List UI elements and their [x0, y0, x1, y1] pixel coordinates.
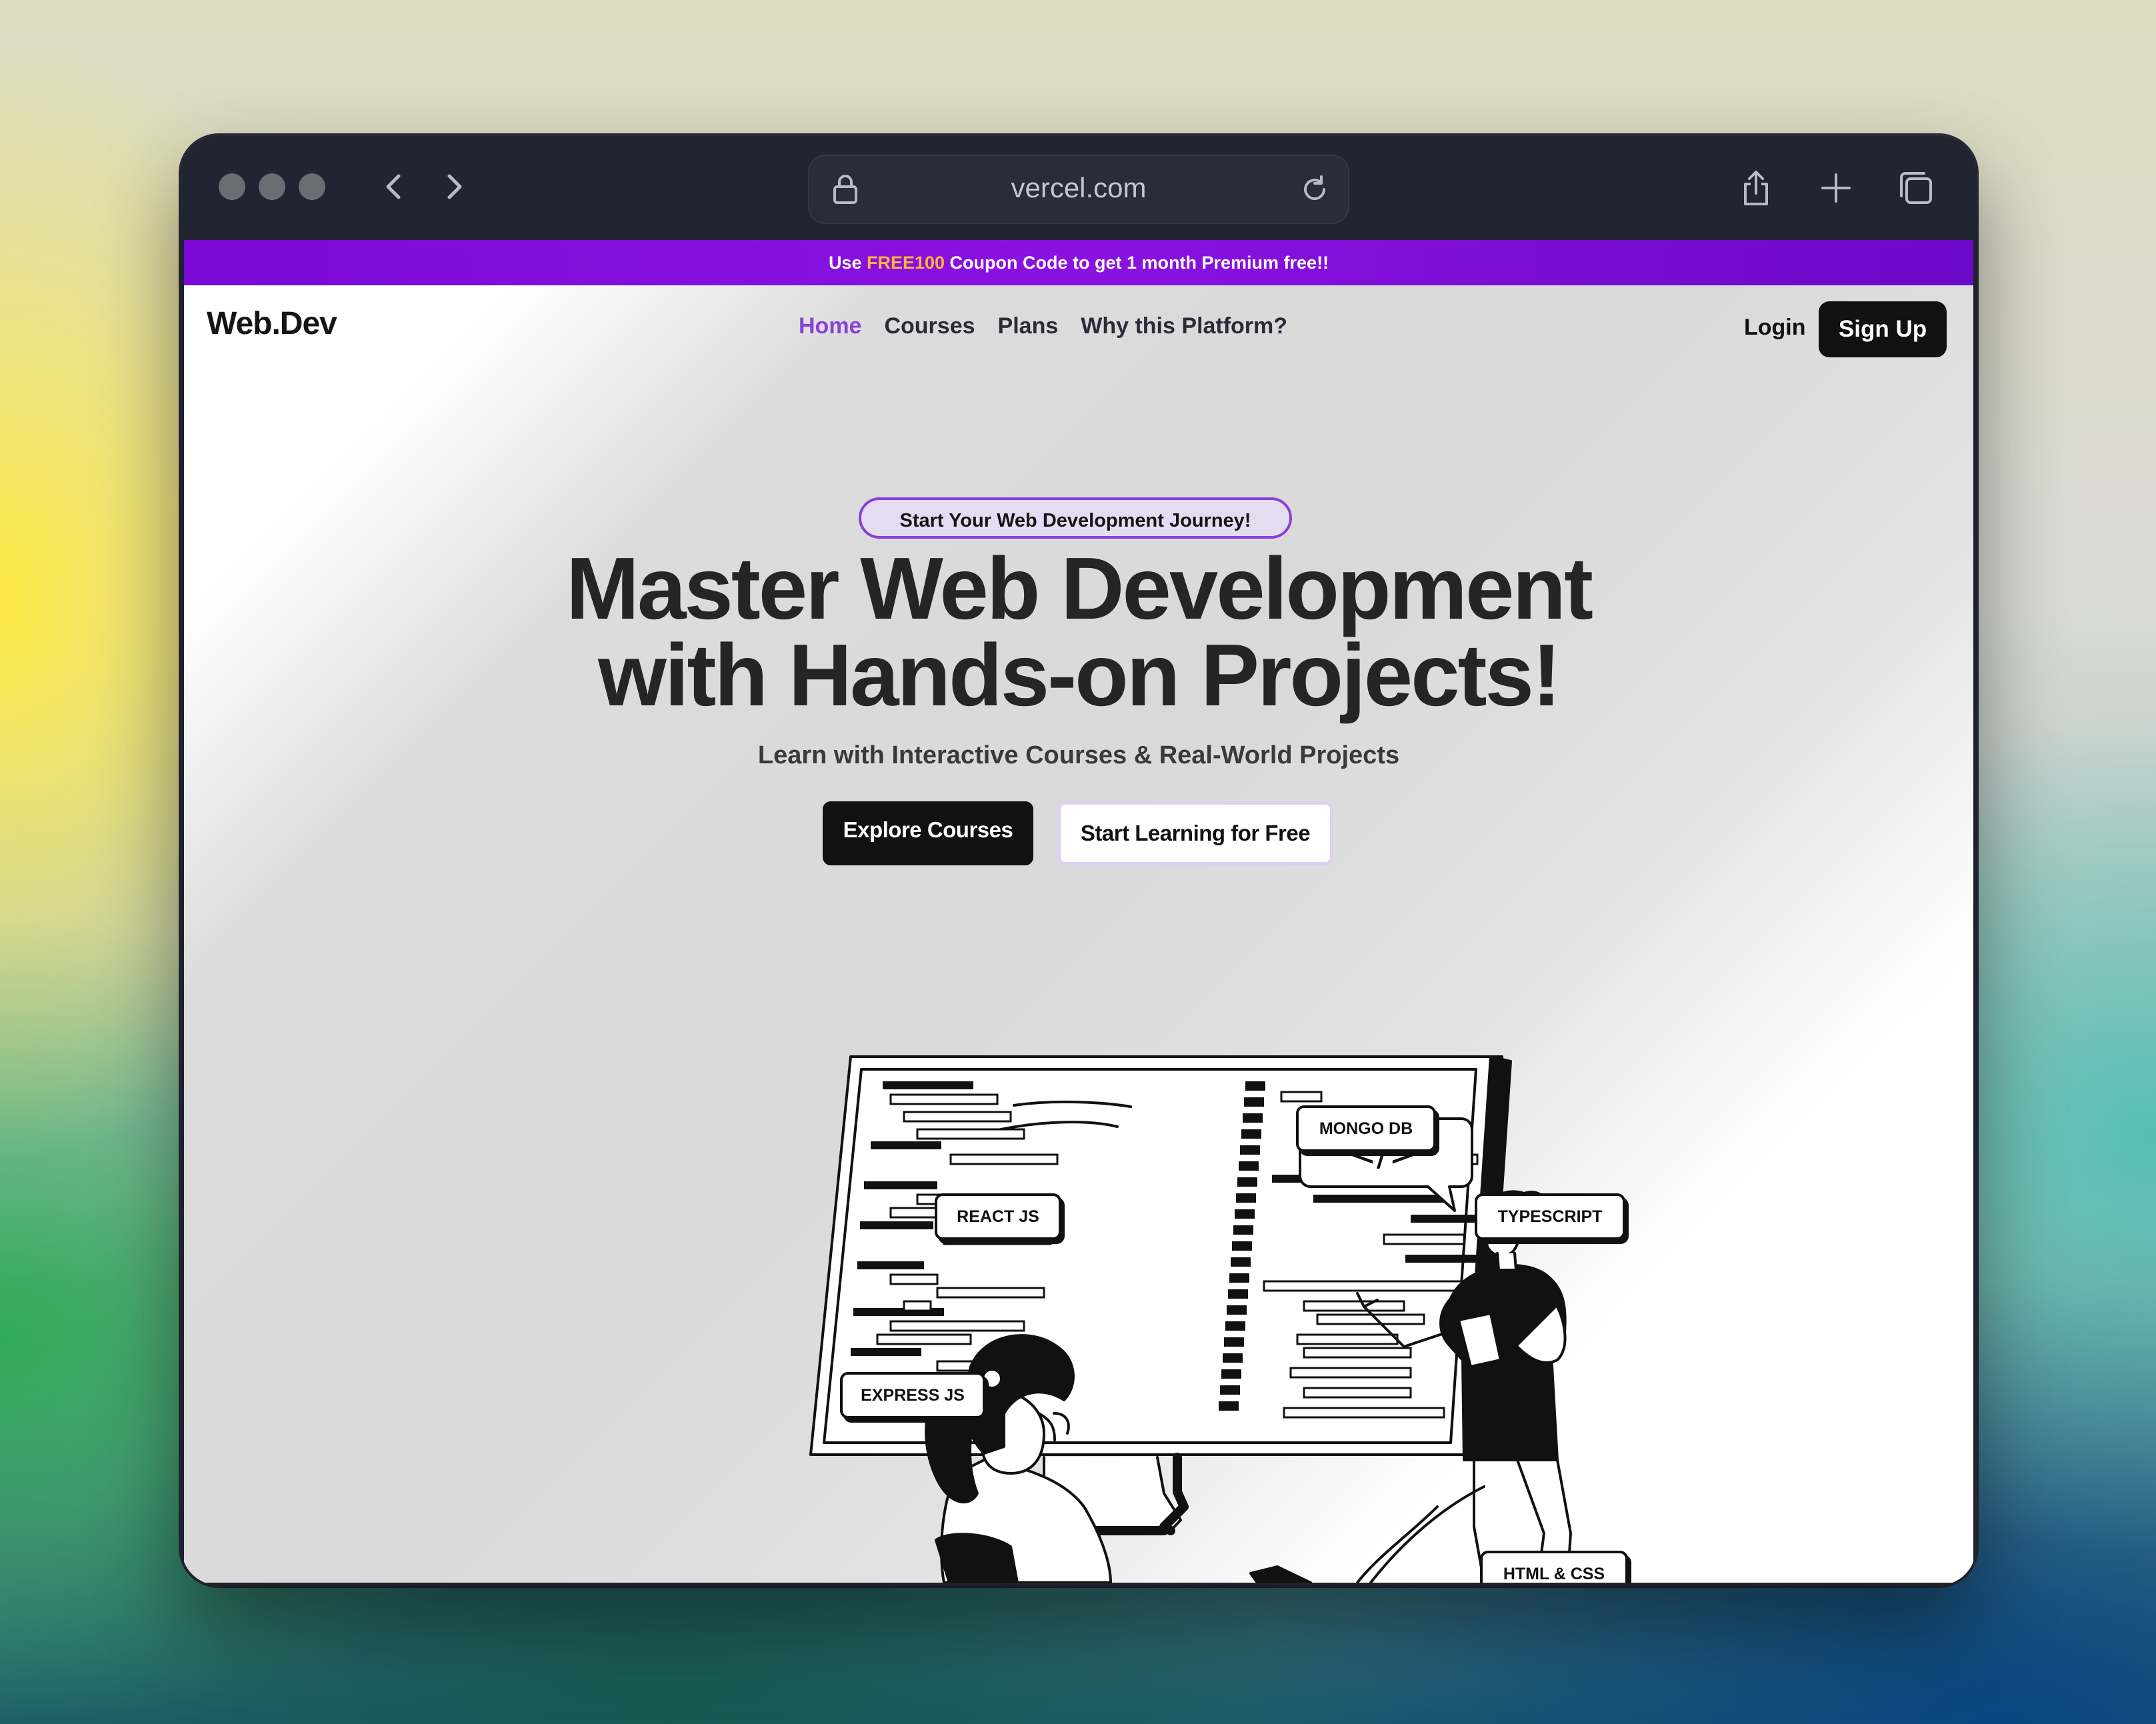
tag-react: REACT JS [935, 1193, 1061, 1240]
tag-typescript: TYPESCRIPT [1475, 1193, 1625, 1240]
promo-suffix: Coupon Code to get 1 month Premium free!… [945, 253, 1329, 273]
signup-button[interactable]: Sign Up [1819, 301, 1947, 357]
hero-subtitle: Learn with Interactive Courses & Real-Wo… [757, 741, 1400, 769]
address-bar[interactable]: vercel.com [808, 155, 1349, 224]
back-icon[interactable] [376, 168, 413, 205]
site-logo[interactable]: Web.Dev [207, 305, 337, 342]
share-icon[interactable] [1735, 167, 1777, 209]
tag-html-css: HTML & CSS [1480, 1551, 1628, 1583]
nav-why-platform[interactable]: Why this Platform? [1081, 313, 1287, 339]
maximize-window-button[interactable] [299, 173, 325, 200]
nav-courses[interactable]: Courses [884, 313, 975, 339]
hero-title-line-2: with Hands-on Projects! [598, 626, 1561, 724]
tag-express: EXPRESS JS [840, 1372, 985, 1419]
promo-prefix: Use [828, 253, 867, 273]
minimize-window-button[interactable] [259, 173, 285, 200]
new-tab-icon[interactable] [1815, 167, 1857, 209]
hero-title: Master Web Development with Hands-on Pro… [184, 545, 1973, 719]
tabs-overview-icon[interactable] [1895, 167, 1937, 209]
nav-plans[interactable]: Plans [998, 313, 1059, 339]
hero-title-line-1: Master Web Development [566, 539, 1593, 637]
promo-banner: Use FREE100 Coupon Code to get 1 month P… [184, 240, 1973, 285]
close-window-button[interactable] [219, 173, 245, 200]
forward-icon[interactable] [435, 168, 472, 205]
browser-toolbar: vercel.com [181, 136, 1976, 240]
start-learning-button[interactable]: Start Learning for Free [1057, 801, 1333, 865]
page-viewport: Use FREE100 Coupon Code to get 1 month P… [184, 240, 1973, 1583]
nav-home[interactable]: Home [799, 313, 861, 339]
hero-badge: Start Your Web Development Journey! [859, 497, 1292, 539]
hero-illustration: </> [809, 1055, 1572, 1583]
reload-icon[interactable] [1299, 173, 1331, 205]
explore-courses-button[interactable]: Explore Courses [823, 801, 1033, 865]
login-link[interactable]: Login [1744, 315, 1806, 341]
coupon-code: FREE100 [866, 253, 945, 273]
browser-window: vercel.com Use FREE100 Coupon Code to ge… [181, 136, 1976, 1585]
url-text[interactable]: vercel.com [809, 172, 1348, 204]
tag-mongodb: MONGO DB [1296, 1105, 1436, 1152]
